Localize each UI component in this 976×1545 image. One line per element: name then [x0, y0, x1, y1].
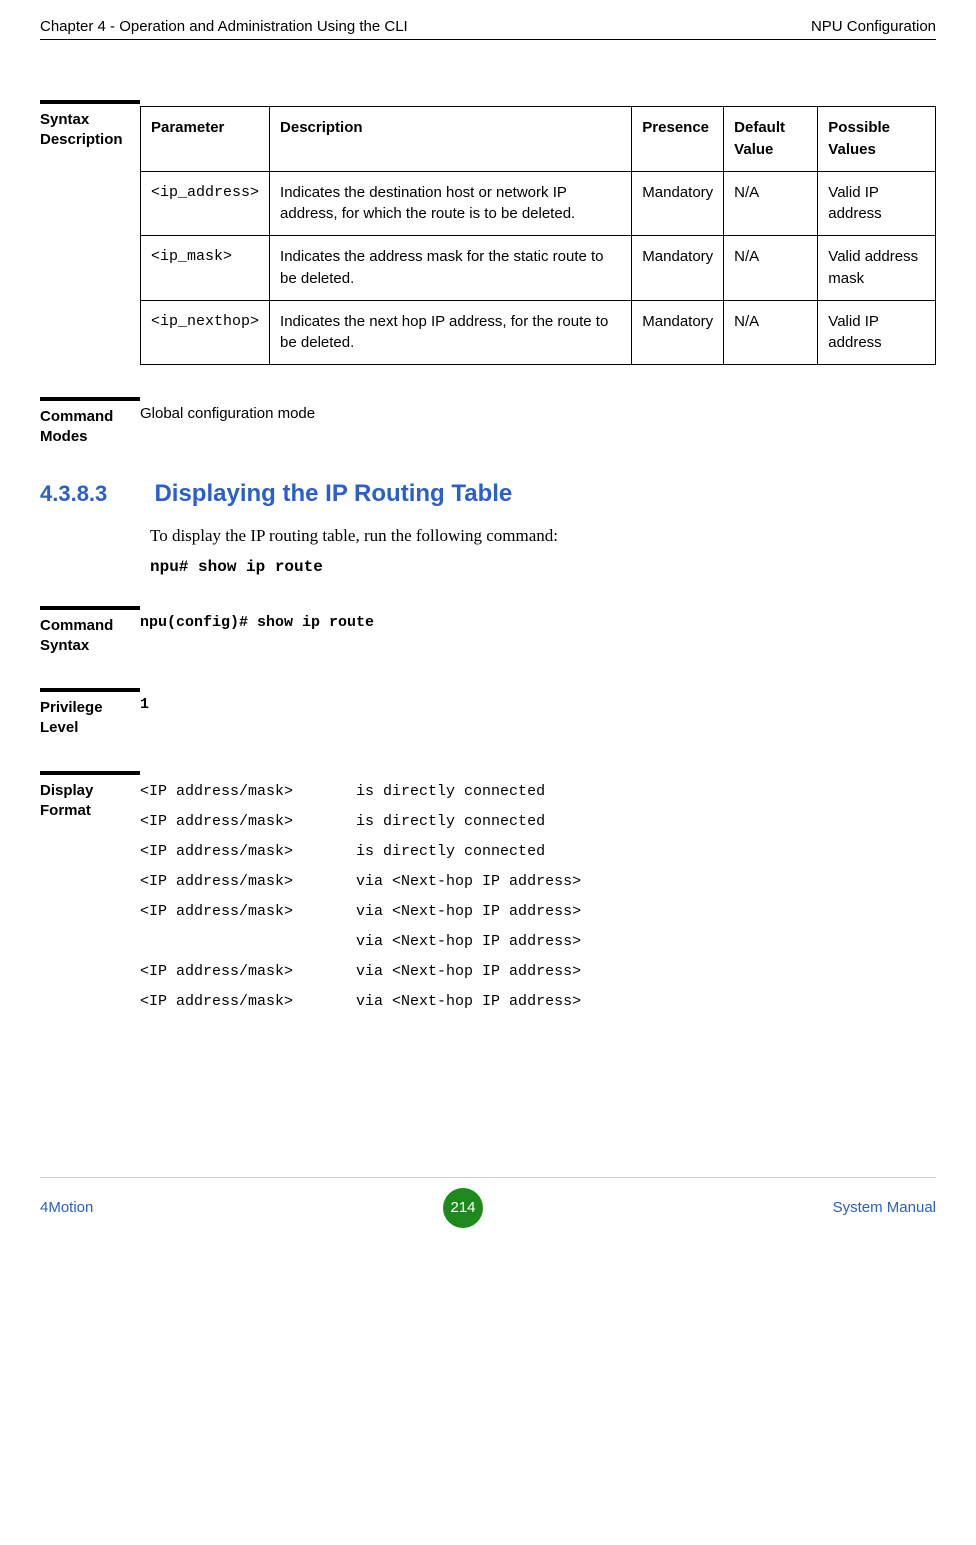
syntax-description-block: Syntax Description Parameter Description… — [40, 100, 936, 365]
page-header: Chapter 4 - Operation and Administration… — [40, 18, 936, 40]
cell-description: Indicates the address mask for the stati… — [270, 236, 632, 301]
section-body: To display the IP routing table, run the… — [150, 526, 936, 546]
cell-description: Indicates the next hop IP address, for t… — [270, 300, 632, 365]
cell-presence: Mandatory — [632, 236, 724, 301]
cell-parameter: <ip_nexthop> — [141, 300, 270, 365]
page-number-badge: 214 — [443, 1188, 483, 1228]
table-row: <ip_address> Indicates the destination h… — [141, 171, 936, 236]
page-footer: 4Motion 214 System Manual — [40, 1177, 936, 1228]
display-format-block: Display Format <IP address/mask> is dire… — [40, 771, 936, 1017]
section-title: Displaying the IP Routing Table — [154, 480, 512, 507]
privilege-level-label: Privilege Level — [40, 688, 140, 739]
command-modes-value: Global configuration mode — [140, 397, 936, 425]
display-format-label: Display Format — [40, 771, 140, 822]
col-possible: Possible Values — [818, 107, 936, 172]
page-root: Chapter 4 - Operation and Administration… — [0, 0, 976, 1248]
privilege-level-block: Privilege Level 1 — [40, 688, 936, 739]
command-syntax-label: Command Syntax — [40, 606, 140, 657]
table-row: <ip_nexthop> Indicates the next hop IP a… — [141, 300, 936, 365]
cell-parameter: <ip_mask> — [141, 236, 270, 301]
cell-default: N/A — [724, 171, 818, 236]
parameter-table: Parameter Description Presence Default V… — [140, 106, 936, 365]
cell-possible: Valid address mask — [818, 236, 936, 301]
syntax-description-content: Parameter Description Presence Default V… — [140, 100, 936, 365]
col-description: Description — [270, 107, 632, 172]
section-heading-row: 4.3.8.3 Displaying the IP Routing Table — [150, 480, 936, 508]
section-command: npu# show ip route — [150, 558, 936, 576]
cell-description: Indicates the destination host or networ… — [270, 171, 632, 236]
section-block: 4.3.8.3 Displaying the IP Routing Table … — [150, 480, 936, 576]
command-modes-block: Command Modes Global configuration mode — [40, 397, 936, 448]
section-number: 4.3.8.3 — [40, 481, 122, 507]
cell-presence: Mandatory — [632, 300, 724, 365]
cell-default: N/A — [724, 236, 818, 301]
cell-default: N/A — [724, 300, 818, 365]
footer-right: System Manual — [833, 1199, 936, 1216]
footer-left: 4Motion — [40, 1199, 93, 1216]
command-syntax-value: npu(config)# show ip route — [140, 606, 936, 634]
col-parameter: Parameter — [141, 107, 270, 172]
cell-possible: Valid IP address — [818, 171, 936, 236]
display-format-lines: <IP address/mask> is directly connected … — [140, 777, 936, 1017]
cell-possible: Valid IP address — [818, 300, 936, 365]
display-format-content: <IP address/mask> is directly connected … — [140, 771, 936, 1017]
privilege-level-value: 1 — [140, 688, 936, 716]
command-modes-label: Command Modes — [40, 397, 140, 448]
syntax-description-label: Syntax Description — [40, 100, 140, 151]
cell-parameter: <ip_address> — [141, 171, 270, 236]
cell-presence: Mandatory — [632, 171, 724, 236]
header-right: NPU Configuration — [811, 18, 936, 35]
header-left: Chapter 4 - Operation and Administration… — [40, 18, 408, 35]
table-row: <ip_mask> Indicates the address mask for… — [141, 236, 936, 301]
table-header-row: Parameter Description Presence Default V… — [141, 107, 936, 172]
col-default: Default Value — [724, 107, 818, 172]
col-presence: Presence — [632, 107, 724, 172]
command-syntax-block: Command Syntax npu(config)# show ip rout… — [40, 606, 936, 657]
